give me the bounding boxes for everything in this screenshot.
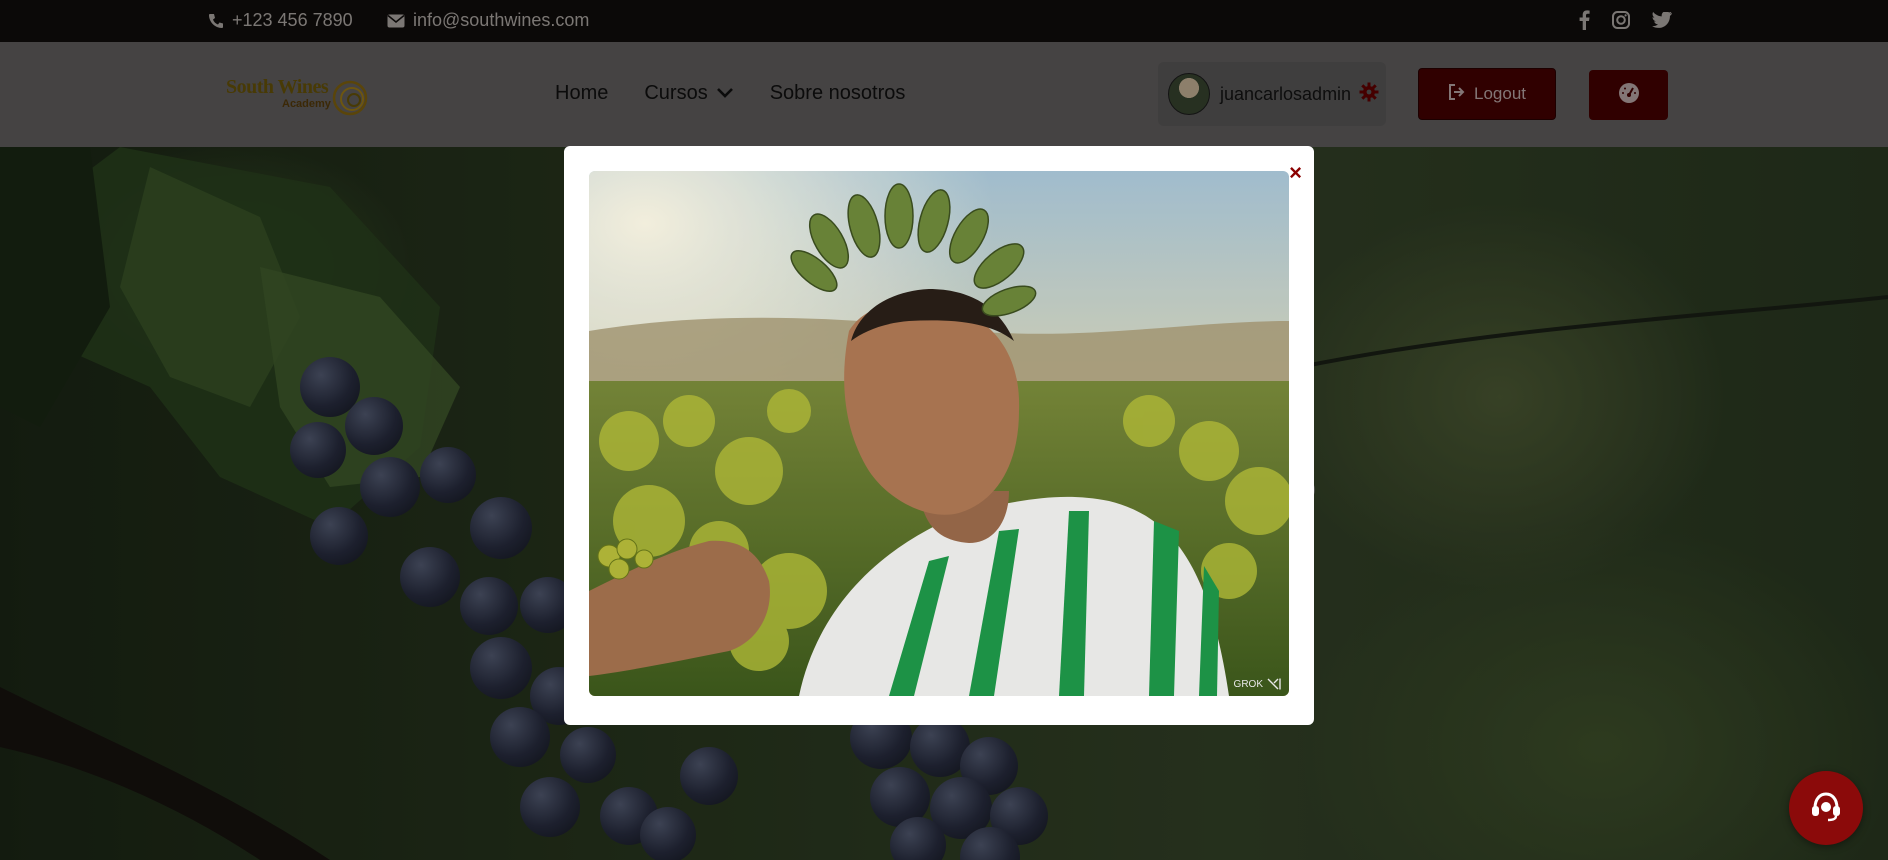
vineyard-portrait-image <box>589 171 1289 696</box>
image-watermark: GROK <box>1234 678 1281 690</box>
image-modal: × GROK <box>564 146 1314 725</box>
modal-photo: GROK <box>589 171 1289 696</box>
watermark-text: GROK <box>1233 678 1263 690</box>
close-icon[interactable]: × <box>1289 162 1302 184</box>
xai-logo-icon <box>1267 678 1281 690</box>
support-chat-button[interactable] <box>1789 771 1863 845</box>
headset-icon <box>1808 788 1844 829</box>
